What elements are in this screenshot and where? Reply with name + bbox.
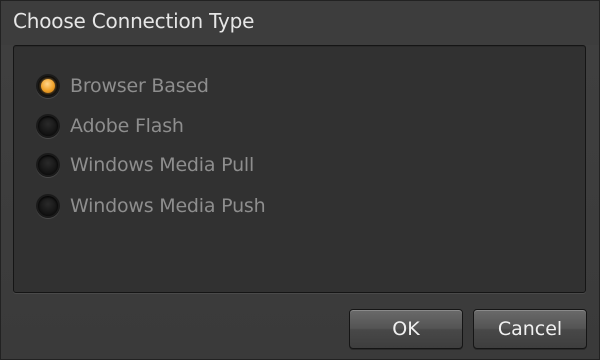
option-label: Windows Media Pull bbox=[70, 154, 255, 176]
option-label: Browser Based bbox=[70, 75, 209, 97]
option-browser-based[interactable]: Browser Based bbox=[36, 71, 209, 101]
radio-unselected-icon[interactable] bbox=[36, 153, 60, 177]
option-label: Adobe Flash bbox=[70, 115, 184, 137]
radio-unselected-icon[interactable] bbox=[36, 114, 60, 138]
dialog-title: Choose Connection Type bbox=[13, 9, 255, 33]
title-bar: Choose Connection Type bbox=[1, 1, 599, 45]
options-panel: Browser Based Adobe Flash Windows Media … bbox=[13, 45, 586, 293]
connection-type-dialog: Choose Connection Type Browser Based Ado… bbox=[0, 0, 600, 360]
option-label: Windows Media Push bbox=[70, 195, 266, 217]
option-adobe-flash[interactable]: Adobe Flash bbox=[36, 111, 184, 141]
radio-unselected-icon[interactable] bbox=[36, 194, 60, 218]
option-windows-media-push[interactable]: Windows Media Push bbox=[36, 191, 266, 221]
option-windows-media-pull[interactable]: Windows Media Pull bbox=[36, 150, 254, 180]
ok-button[interactable]: OK bbox=[349, 309, 463, 349]
radio-selected-icon[interactable] bbox=[36, 74, 60, 98]
cancel-button[interactable]: Cancel bbox=[473, 309, 587, 349]
